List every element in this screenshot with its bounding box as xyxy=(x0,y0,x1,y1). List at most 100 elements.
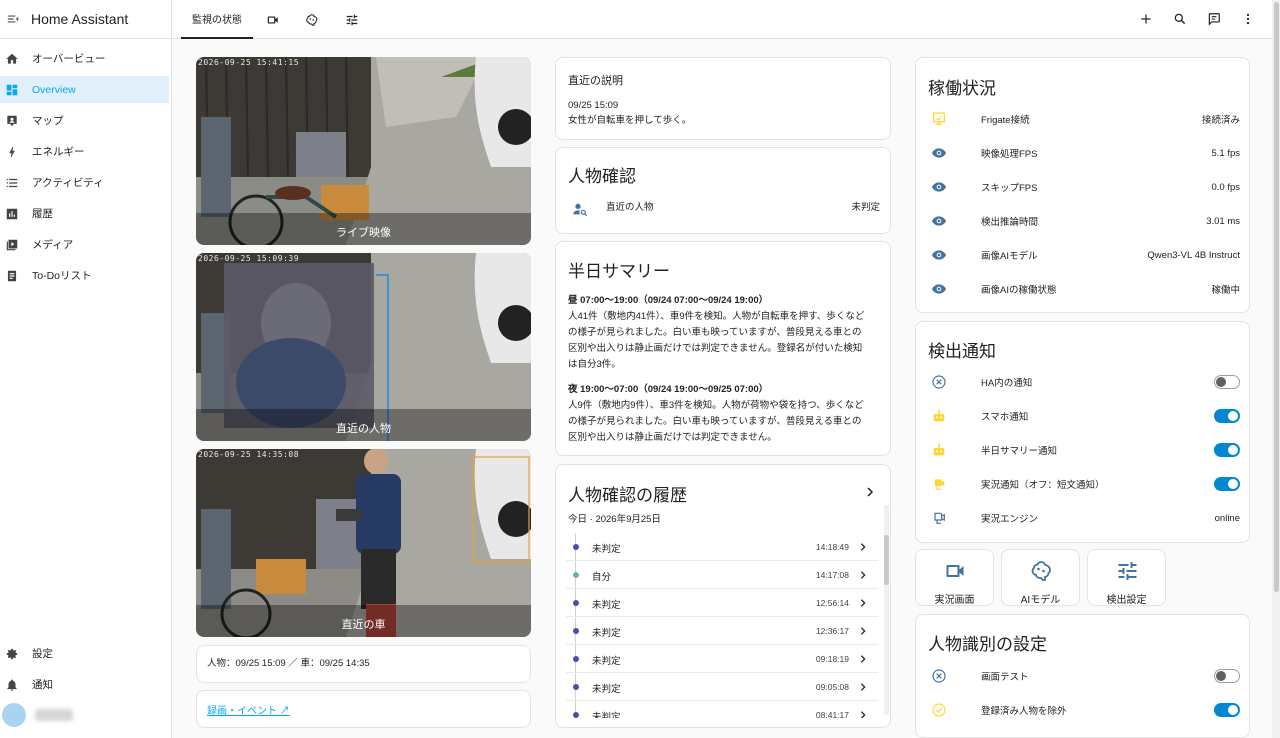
brain-icon xyxy=(306,13,318,26)
status-row-label: 画像AIの稼働状態 xyxy=(981,285,1057,296)
chevron-right-icon xyxy=(860,599,866,607)
sidebar-item-overview-ja[interactable]: オーバービュー xyxy=(0,45,170,72)
status-row-value: 0.0 fps xyxy=(1211,181,1240,193)
status-row-value: 5.1 fps xyxy=(1211,147,1240,159)
notify-row-label: HA内の通知 xyxy=(981,378,1033,389)
sidebar-item-media[interactable]: メディア xyxy=(0,231,170,258)
sidebar-item-label: オーバービュー xyxy=(32,53,106,65)
camera-recent-person[interactable]: 2026-09-25 15:09:39 直近の人物 xyxy=(196,253,531,441)
page-scrollbar[interactable] xyxy=(1272,0,1280,738)
chat-icon[interactable] xyxy=(1207,12,1221,26)
status-row[interactable]: 映像処理FPS 5.1 fps xyxy=(931,144,1250,162)
tab-detection-settings[interactable] xyxy=(338,0,366,39)
half-day-summary-card: 半日サマリー 昼 07:00〜19:00（09/24 07:00〜09/24 1… xyxy=(555,241,891,456)
person-id-row[interactable]: 画面テスト xyxy=(931,667,1250,685)
status-row[interactable]: 画像AIモデル Qwen3-VL 4B Instruct xyxy=(931,246,1250,264)
toggle-switch[interactable] xyxy=(1214,669,1240,683)
history-row-time: 09:18:19 xyxy=(815,654,849,664)
person-id-row[interactable]: 登録済み人物を除外 xyxy=(931,701,1250,719)
tab-monitor-status[interactable]: 監視の状態 xyxy=(181,0,253,39)
sidebar-item-label: 設定 xyxy=(32,648,53,660)
sidebar-item-energy[interactable]: エネルギー xyxy=(0,138,170,165)
half-day-title: 半日サマリー xyxy=(568,262,670,281)
status-row[interactable]: 画像AIの稼働状態 稼働中 xyxy=(931,280,1250,298)
notify-row[interactable]: HA内の通知 xyxy=(931,373,1250,391)
history-row[interactable]: 未判定 08:41:17 xyxy=(566,701,878,718)
status-row-label: スキップFPS xyxy=(981,183,1038,194)
more-vert-icon[interactable] xyxy=(1241,12,1255,26)
sidebar-item-activity[interactable]: アクティビティ xyxy=(0,169,170,196)
recording-events-link[interactable]: 録画・イベント ↗ xyxy=(207,702,290,717)
history-row[interactable]: 未判定 12:56:14 xyxy=(566,589,878,617)
history-scrollbar-thumb[interactable] xyxy=(884,535,889,585)
video-camera-icon xyxy=(946,565,964,577)
avatar[interactable] xyxy=(2,703,26,727)
status-title: 稼働状況 xyxy=(928,79,996,98)
lightning-icon xyxy=(9,146,15,157)
history-row[interactable]: 自分 14:17:08 xyxy=(566,561,878,589)
status-row[interactable]: スキップFPS 0.0 fps xyxy=(931,178,1250,196)
camera-live-feed[interactable]: 2026-09-25 15:41:15 ライブ映像 xyxy=(196,57,531,245)
status-row[interactable]: 検出推論時間 3.01 ms xyxy=(931,212,1250,230)
sidebar-item-settings[interactable]: 設定 xyxy=(0,640,170,667)
tab-ai-model[interactable] xyxy=(298,0,326,39)
status-row[interactable]: Frigate接続 接続済み xyxy=(931,110,1250,128)
add-icon[interactable] xyxy=(1139,12,1153,26)
history-row[interactable]: 未判定 09:05:08 xyxy=(566,673,878,701)
camera-recent-vehicle[interactable]: 2026-09-25 14:35:08 直近の車 xyxy=(196,449,531,637)
history-row-label: 未判定 xyxy=(592,600,621,611)
notify-row[interactable]: スマホ通知 xyxy=(931,407,1250,425)
history-row-label: 未判定 xyxy=(592,684,621,695)
sidebar-item-history[interactable]: 履歴 xyxy=(0,200,170,227)
toggle-switch[interactable] xyxy=(1214,409,1240,423)
sidebar-item-label: メディア xyxy=(32,239,74,251)
camera-timestamp: 2026-09-25 14:35:08 xyxy=(198,450,300,459)
person-check-title: 人物確認 xyxy=(568,167,636,186)
history-scrollbar[interactable] xyxy=(884,505,889,715)
night-line: 区別や出入りは静止画だけでは判定できません。 xyxy=(568,432,777,443)
camera-label: ライブ映像 xyxy=(196,213,531,245)
camera-label-text: 直近の人物 xyxy=(336,423,391,435)
video-camera-icon xyxy=(267,16,278,23)
scrollbar-thumb[interactable] xyxy=(1274,2,1279,592)
camera-timestamp: 2026-09-25 15:41:15 xyxy=(198,58,300,67)
history-row[interactable]: 未判定 09:18:19 xyxy=(566,645,878,673)
sidebar-item-label: マップ xyxy=(32,115,64,127)
person-search-icon xyxy=(573,203,588,217)
history-row[interactable]: 未判定 12:36:17 xyxy=(566,617,878,645)
history-row[interactable]: 未判定 14:18:49 xyxy=(566,533,878,561)
chart-icon xyxy=(6,208,18,219)
status-row-label: 検出推論時間 xyxy=(981,217,1039,228)
eye-icon xyxy=(932,250,946,260)
history-date: 今日 · 2026年9月25日 xyxy=(568,514,661,525)
sidebar-item-overview[interactable]: Overview xyxy=(0,76,169,103)
toggle-switch[interactable] xyxy=(1214,375,1240,389)
detection-settings-button[interactable]: 検出設定 xyxy=(1087,549,1166,606)
sidebar-item-map[interactable]: マップ xyxy=(0,107,170,134)
chevron-right-icon xyxy=(860,683,866,691)
tab-live-view[interactable] xyxy=(259,0,287,39)
history-row-time: 08:41:17 xyxy=(815,710,849,718)
chevron-right-icon[interactable] xyxy=(864,485,876,499)
eye-icon xyxy=(932,284,946,294)
notify-row[interactable]: 実況通知（オフ：短文通知） xyxy=(931,475,1250,493)
toggle-switch[interactable] xyxy=(1214,443,1240,457)
recent-description-time: 09/25 15:09 xyxy=(568,100,619,111)
sidebar-item-todo[interactable]: To-Doリスト xyxy=(0,262,170,289)
notify-row[interactable]: 実況エンジン online xyxy=(931,509,1250,527)
menu-icon[interactable] xyxy=(6,12,20,26)
toggle-knob xyxy=(1228,705,1238,715)
live-screen-button[interactable]: 実況画面 xyxy=(915,549,994,606)
toggle-knob xyxy=(1228,479,1238,489)
status-row-label: Frigate接続 xyxy=(981,115,1030,126)
ai-model-button[interactable]: AIモデル xyxy=(1001,549,1080,606)
toggle-switch[interactable] xyxy=(1214,477,1240,491)
chevron-right-icon xyxy=(860,655,866,663)
camera-label-text: 直近の車 xyxy=(341,619,386,631)
notify-row[interactable]: 半日サマリー通知 xyxy=(931,441,1250,459)
app-root: Home Assistant オーバービュー Overview マップ エネルギ… xyxy=(0,0,1280,738)
toggle-switch[interactable] xyxy=(1214,703,1240,717)
sidebar-item-notifications[interactable]: 通知 xyxy=(0,671,170,698)
search-icon[interactable] xyxy=(1173,12,1187,26)
recent-description-title: 直近の説明 xyxy=(568,75,623,87)
